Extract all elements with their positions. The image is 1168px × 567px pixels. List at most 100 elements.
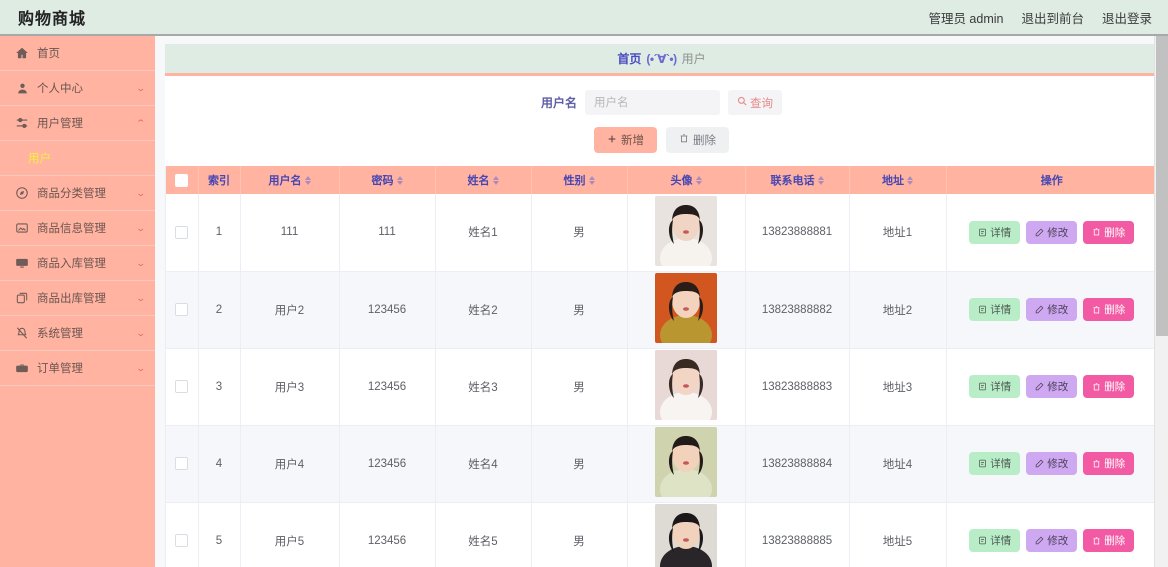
row-checkbox[interactable] xyxy=(175,225,189,239)
cell-operations: 详情 修改 删除 xyxy=(946,425,1157,503)
search-icon xyxy=(737,96,747,109)
th-name-label: 姓名 xyxy=(467,175,490,187)
briefcase-icon xyxy=(14,360,30,376)
sidebar-item-stock-out-management[interactable]: 商品出库管理 ⌄ xyxy=(0,281,155,316)
delete-button[interactable]: 删除 xyxy=(1083,220,1135,244)
exit-to-front-link[interactable]: 退出到前台 xyxy=(1021,8,1084,27)
page-vertical-scrollbar[interactable] xyxy=(1154,36,1168,567)
sidebar-item-user-management[interactable]: 用户管理 ⌃ xyxy=(0,106,155,141)
breadcrumb-home-link[interactable]: 首页 xyxy=(617,50,641,67)
th-name[interactable]: 姓名 xyxy=(435,166,532,194)
cell-operations: 详情 修改 删除 xyxy=(946,348,1158,426)
th-gender[interactable]: 性别 xyxy=(531,166,628,194)
scrollbar-thumb[interactable] xyxy=(1156,36,1168,336)
cell-username: 用户4 xyxy=(240,425,340,503)
add-button[interactable]: 新增 xyxy=(594,127,657,153)
edit-button[interactable]: 修改 xyxy=(1026,452,1078,475)
pencil-icon xyxy=(1035,305,1044,314)
delete-button[interactable]: 删除 xyxy=(1083,375,1135,398)
detail-button[interactable]: 详情 xyxy=(969,220,1021,244)
th-username[interactable]: 用户名 xyxy=(240,166,340,194)
th-phone[interactable]: 联系电话 xyxy=(745,166,850,194)
avatar[interactable] xyxy=(655,504,717,567)
th-password[interactable]: 密码 xyxy=(339,166,436,194)
row-select-cell[interactable] xyxy=(166,425,199,503)
cell-avatar xyxy=(627,271,746,349)
sidebar-item-system-management[interactable]: 系统管理 ⌄ xyxy=(0,316,155,351)
sidebar-item-category-management[interactable]: 商品分类管理 ⌄ xyxy=(0,176,155,211)
cell-index: 1 xyxy=(198,194,241,272)
table-body: 1 111 111 姓名1 男 13823888881 地址1 详情 修改 删除 2 用户2 12345… xyxy=(166,194,1157,567)
row-checkbox[interactable] xyxy=(175,380,189,393)
th-index: 索引 xyxy=(198,166,241,194)
row-checkbox[interactable] xyxy=(175,303,189,316)
cell-name: 姓名4 xyxy=(435,425,532,503)
detail-button[interactable]: 详情 xyxy=(969,529,1021,552)
admin-user-label[interactable]: 管理员 admin xyxy=(928,8,1003,27)
edit-button[interactable]: 修改 xyxy=(1026,529,1078,552)
detail-button[interactable]: 详情 xyxy=(969,452,1021,475)
sidebar-item-home[interactable]: 首页 xyxy=(0,36,155,71)
detail-button[interactable]: 详情 xyxy=(969,298,1021,321)
delete-button[interactable]: 删除 xyxy=(1083,529,1135,552)
cell-address: 地址5 xyxy=(849,502,947,567)
row-select-cell[interactable] xyxy=(166,271,199,349)
sidebar-item-stock-in-management[interactable]: 商品入库管理 ⌄ xyxy=(0,246,155,281)
th-address[interactable]: 地址 xyxy=(849,166,947,194)
th-select-all[interactable] xyxy=(166,166,199,194)
detail-button[interactable]: 详情 xyxy=(969,375,1021,398)
table-row[interactable]: 4 用户4 123456 姓名4 男 13823888884 地址4 详情 修改 删除 xyxy=(166,425,1157,503)
sidebar-item-product-info-management[interactable]: 商品信息管理 ⌄ xyxy=(0,211,155,246)
cell-password: 111 xyxy=(339,194,436,272)
sort-icon[interactable] xyxy=(588,175,595,185)
sidebar-subitem-user[interactable]: 用户 xyxy=(0,141,155,176)
select-all-checkbox[interactable] xyxy=(175,173,189,187)
th-operations: 操作 xyxy=(946,166,1157,194)
trash-icon xyxy=(1092,536,1101,546)
edit-button[interactable]: 修改 xyxy=(1026,298,1078,321)
th-avatar[interactable]: 头像 xyxy=(627,166,746,194)
row-select-cell[interactable] xyxy=(166,348,199,426)
sort-icon[interactable] xyxy=(817,175,824,185)
sidebar-item-order-management[interactable]: 订单管理 ⌄ xyxy=(0,351,155,386)
avatar[interactable] xyxy=(655,350,717,420)
row-actions: 详情 修改 删除 xyxy=(947,375,1158,398)
edit-button[interactable]: 修改 xyxy=(1026,220,1078,244)
sort-icon[interactable] xyxy=(907,175,913,185)
row-select-cell[interactable] xyxy=(166,502,199,567)
logout-link[interactable]: 退出登录 xyxy=(1102,8,1152,27)
sort-icon[interactable] xyxy=(492,175,499,185)
detail-button-label: 详情 xyxy=(990,381,1012,393)
edit-button[interactable]: 修改 xyxy=(1026,375,1078,398)
cell-phone: 13823888884 xyxy=(745,425,850,503)
cell-index: 5 xyxy=(198,502,241,567)
table-row[interactable]: 3 用户3 123456 姓名3 男 13823888883 地址3 详情 修改 删除 xyxy=(166,348,1158,426)
row-checkbox[interactable] xyxy=(175,457,189,470)
table-row[interactable]: 2 用户2 123456 姓名2 男 13823888882 地址2 详情 修改 删除 xyxy=(166,271,1157,349)
row-checkbox[interactable] xyxy=(175,534,189,547)
username-search-input[interactable] xyxy=(585,90,720,115)
query-button[interactable]: 查询 xyxy=(728,90,782,115)
table-row[interactable]: 5 用户5 123456 姓名5 男 13823888885 地址5 详情 修改 删除 xyxy=(166,502,1157,567)
cell-password: 123456 xyxy=(339,425,436,503)
delete-button[interactable]: 删除 xyxy=(1083,298,1135,321)
users-table: 索引 用户名 密码 姓名 性别 头像 联系电话 地址 操作 1 111 111 … xyxy=(166,166,1157,567)
chevron-down-icon: ⌄ xyxy=(136,362,147,373)
trash-icon xyxy=(1092,305,1101,315)
avatar[interactable] xyxy=(655,427,717,497)
delete-button[interactable]: 删除 xyxy=(1083,452,1135,475)
batch-delete-button[interactable]: 删除 xyxy=(666,127,729,153)
table-row[interactable]: 1 111 111 姓名1 男 13823888881 地址1 详情 修改 删除 xyxy=(166,194,1157,272)
avatar[interactable] xyxy=(655,273,717,343)
edit-button-label: 修改 xyxy=(1047,458,1069,470)
row-select-cell[interactable] xyxy=(166,194,199,272)
sort-icon[interactable] xyxy=(304,175,311,185)
sort-icon[interactable] xyxy=(695,175,702,185)
add-button-label: 新增 xyxy=(621,135,644,147)
sort-icon[interactable] xyxy=(396,175,403,185)
cell-address: 地址4 xyxy=(849,425,947,503)
avatar[interactable] xyxy=(655,195,717,266)
delete-button-label: 删除 xyxy=(1104,458,1126,470)
th-gender-label: 性别 xyxy=(563,175,586,187)
sidebar-item-personal-center[interactable]: 个人中心 ⌄ xyxy=(0,71,155,106)
